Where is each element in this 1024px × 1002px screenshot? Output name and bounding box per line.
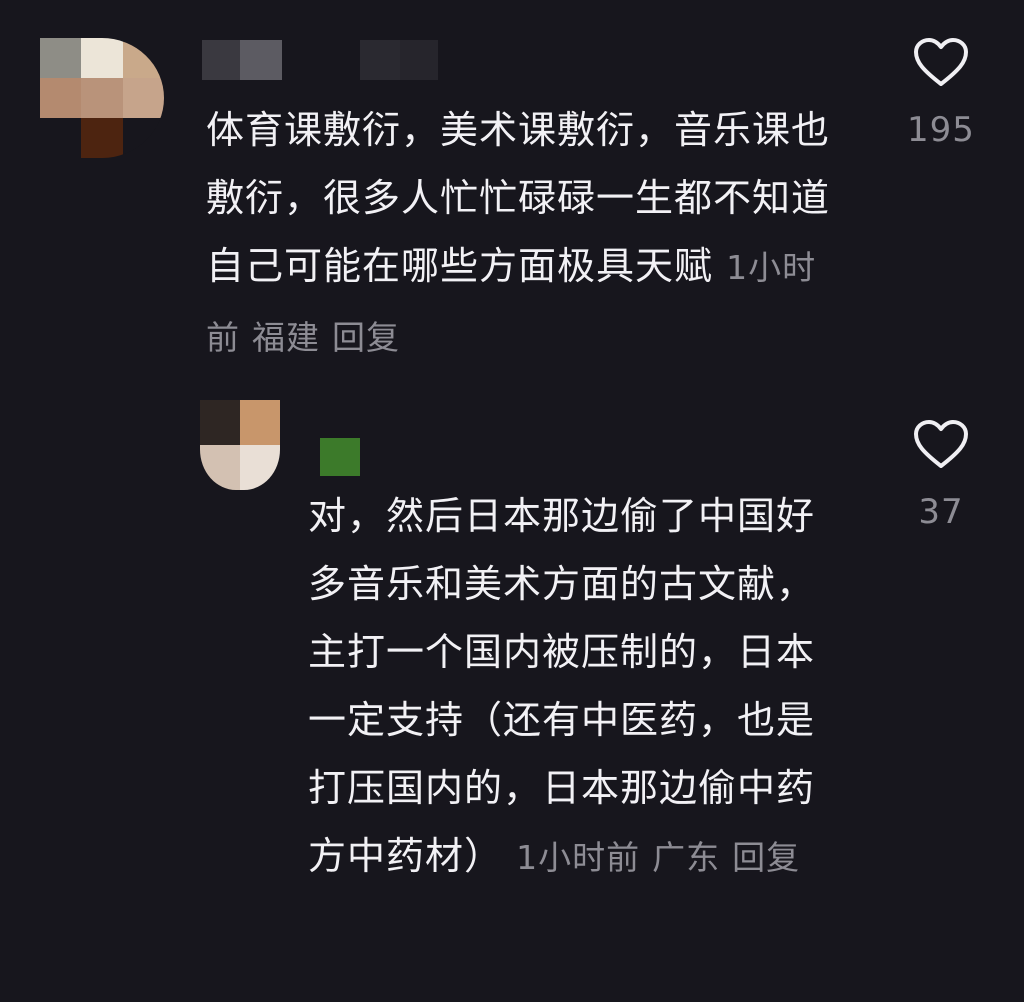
username-redacted[interactable]: [320, 438, 360, 476]
comment-text: 对，然后日本那边偷了中国好多音乐和美术方面的古文献，主打一个国内被压制的，日本一…: [308, 482, 848, 892]
like-button[interactable]: 37: [896, 420, 986, 532]
comment-location: 广东: [652, 838, 721, 877]
avatar[interactable]: [40, 38, 164, 158]
comment-location: 福建: [252, 318, 320, 357]
like-count: 195: [907, 110, 975, 150]
username-redacted[interactable]: [202, 40, 438, 80]
comment-item: 体育课敷衍，美术课敷衍，音乐课也敷衍，很多人忙忙碌碌一生都不知道自己可能在哪些方…: [0, 0, 1024, 380]
heart-outline-icon: [914, 420, 968, 468]
avatar[interactable]: [200, 400, 280, 490]
comment-time: 1小时前: [516, 838, 641, 877]
reply-button[interactable]: 回复: [732, 838, 800, 877]
reply-button[interactable]: 回复: [332, 318, 400, 357]
comment-body: 对，然后日本那边偷了中国好多音乐和美术方面的古文献，主打一个国内被压制的，日本一…: [308, 494, 816, 878]
heart-outline-icon: [914, 38, 968, 86]
like-count: 37: [918, 492, 964, 532]
like-button[interactable]: 195: [896, 38, 986, 150]
comment-meta: 1小时前 广东 回复: [516, 838, 800, 877]
reply-item: 对，然后日本那边偷了中国好多音乐和美术方面的古文献，主打一个国内被压制的，日本一…: [0, 380, 1024, 980]
comment-text: 体育课敷衍，美术课敷衍，音乐课也敷衍，很多人忙忙碌碌一生都不知道自己可能在哪些方…: [206, 96, 856, 372]
